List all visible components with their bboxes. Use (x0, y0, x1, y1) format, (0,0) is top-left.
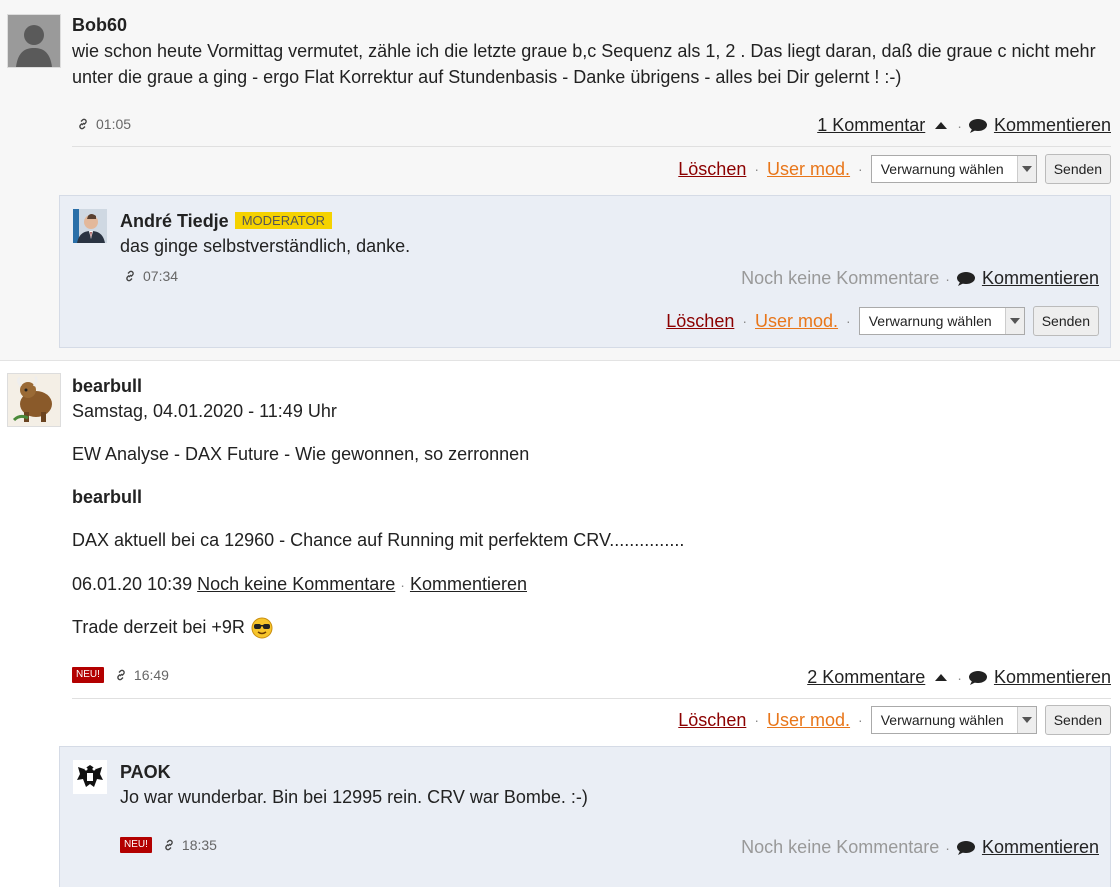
moderator-badge: MODERATOR (234, 212, 333, 229)
post-text: wie schon heute Vormittag vermutet, zähl… (72, 41, 1096, 61)
trade-text: Trade derzeit bei +9R (72, 617, 245, 637)
reply-username-text[interactable]: André Tiedje (120, 211, 229, 231)
permalink-icon[interactable] (162, 838, 176, 852)
post-time[interactable]: 16:49 (134, 667, 169, 683)
quote-comments-link[interactable]: Noch keine Kommentare (197, 574, 395, 594)
comment-button[interactable]: Kommentieren (994, 115, 1111, 136)
user-photo-icon (73, 209, 107, 243)
reply-paok: PAOK Jo war wunderbar. Bin bei 12995 rei… (59, 746, 1111, 887)
separator: · (858, 161, 863, 177)
post-actions: 2 Kommentare · Kommentieren (807, 667, 1111, 688)
warning-select-value: Verwarnung wählen (868, 313, 992, 329)
post-date: Samstag, 04.01.2020 - 11:49 Uhr (72, 401, 337, 421)
reply-text: das ginge selbstverständlich, danke. (120, 236, 411, 256)
post-line-analysis: DAX aktuell bei ca 12960 - Chance auf Ru… (72, 530, 685, 550)
collapse-caret-icon[interactable] (935, 674, 948, 681)
bull-bear-icon (8, 374, 60, 426)
comment-count-link[interactable]: 1 Kommentar (817, 115, 925, 136)
post-bob60: Bob60 wie schon heute Vormittag vermutet… (0, 0, 1120, 361)
chevron-down-icon (1016, 707, 1036, 733)
avatar[interactable] (73, 209, 107, 243)
separator: · (957, 117, 962, 134)
user-mod-link[interactable]: User mod. (767, 710, 850, 731)
permalink-icon[interactable] (76, 117, 90, 131)
comment-button[interactable]: Kommentieren (982, 837, 1099, 858)
quote-date: 06.01.20 10:39 (72, 574, 193, 594)
post-meta: 01:05 (76, 116, 131, 132)
permalink-icon[interactable] (114, 668, 128, 682)
no-comments-text: Noch keine Kommentare (741, 837, 940, 857)
separator: · (858, 712, 863, 728)
post-meta: NEU! 16:49 (72, 667, 169, 683)
post-line-quote: 06.01.20 10:39 Noch keine Kommentare · K… (72, 571, 527, 599)
delete-link[interactable]: Löschen (666, 311, 734, 332)
warning-select-value: Verwarnung wählen (880, 161, 1004, 177)
comment-bubble-icon (968, 118, 987, 133)
comment-bubble-icon (956, 271, 975, 286)
sunglasses-emoji-icon (251, 617, 273, 638)
divider (72, 698, 1111, 699)
reply-andre-tiedje: André Tiedje MODERATOR das ginge selbstve… (59, 195, 1111, 348)
separator: · (945, 839, 950, 856)
comment-button[interactable]: Kommentieren (982, 268, 1099, 289)
warning-select[interactable]: Verwarnung wählen (858, 307, 1025, 335)
quote-comment-link[interactable]: Kommentieren (410, 574, 527, 594)
paok-eagle-icon (73, 760, 107, 794)
separator: · (945, 270, 950, 287)
new-badge: NEU! (72, 667, 104, 683)
reply-meta: NEU! 18:35 (120, 837, 217, 853)
separator: · (754, 161, 760, 177)
comment-count-link[interactable]: 2 Kommentare (807, 667, 925, 688)
warning-select-value: Verwarnung wählen (880, 712, 1004, 728)
moderation-row: Löschen · User mod. · Verwarnung wählen … (678, 705, 1111, 735)
separator: · (957, 669, 962, 686)
default-user-icon (8, 15, 60, 67)
post-line-author: bearbull (72, 487, 143, 507)
reply-time[interactable]: 07:34 (143, 268, 178, 284)
moderation-row: Löschen · User mod. · Verwarnung wählen … (678, 154, 1111, 184)
avatar[interactable] (7, 373, 61, 427)
moderation-row: Löschen · User mod. · Verwarnung wählen … (666, 306, 1099, 336)
comment-bubble-icon (968, 670, 987, 685)
post-bearbull: bearbull Samstag, 04.01.2020 - 11:49 Uhr… (0, 361, 1120, 887)
separator: · (742, 313, 748, 329)
reply-actions: Noch keine Kommentare · Kommentieren (741, 268, 1099, 289)
separator: · (846, 313, 851, 329)
comment-button[interactable]: Kommentieren (994, 667, 1111, 688)
reply-username: André Tiedje MODERATOR (120, 211, 333, 232)
user-mod-link[interactable]: User mod. (767, 159, 850, 180)
no-comments-text: Noch keine Kommentare (741, 268, 940, 288)
post-time[interactable]: 01:05 (96, 116, 131, 132)
separator: · (400, 577, 405, 593)
new-badge: NEU! (120, 837, 152, 853)
reply-text: Jo war wunderbar. Bin bei 12995 rein. CR… (120, 787, 588, 807)
reply-time[interactable]: 18:35 (182, 837, 217, 853)
post-text-line2: unter die graue a ging - ergo Flat Korre… (72, 67, 902, 87)
send-button[interactable]: Senden (1044, 154, 1111, 184)
send-button[interactable]: Senden (1032, 306, 1099, 336)
warning-select[interactable]: Verwarnung wählen (870, 155, 1037, 183)
collapse-caret-icon[interactable] (935, 122, 948, 129)
post-username[interactable]: bearbull (72, 376, 142, 397)
avatar[interactable] (73, 760, 107, 794)
reply-username[interactable]: PAOK (120, 762, 171, 783)
user-mod-link[interactable]: User mod. (755, 311, 838, 332)
avatar[interactable] (7, 14, 61, 68)
delete-link[interactable]: Löschen (678, 159, 746, 180)
warning-select[interactable]: Verwarnung wählen (870, 706, 1037, 734)
divider (72, 146, 1111, 147)
post-line-trade: Trade derzeit bei +9R (72, 614, 273, 641)
delete-link[interactable]: Löschen (678, 710, 746, 731)
chevron-down-icon (1004, 308, 1024, 334)
post-line-title: EW Analyse - DAX Future - Wie gewonnen, … (72, 444, 530, 464)
comment-bubble-icon (956, 840, 975, 855)
chevron-down-icon (1016, 156, 1036, 182)
reply-actions: Noch keine Kommentare · Kommentieren (741, 837, 1099, 858)
reply-meta: 07:34 (123, 268, 178, 284)
permalink-icon[interactable] (123, 269, 137, 283)
post-actions: 1 Kommentar · Kommentieren (817, 115, 1111, 136)
send-button[interactable]: Senden (1044, 705, 1111, 735)
separator: · (754, 712, 760, 728)
post-username[interactable]: Bob60 (72, 15, 127, 36)
